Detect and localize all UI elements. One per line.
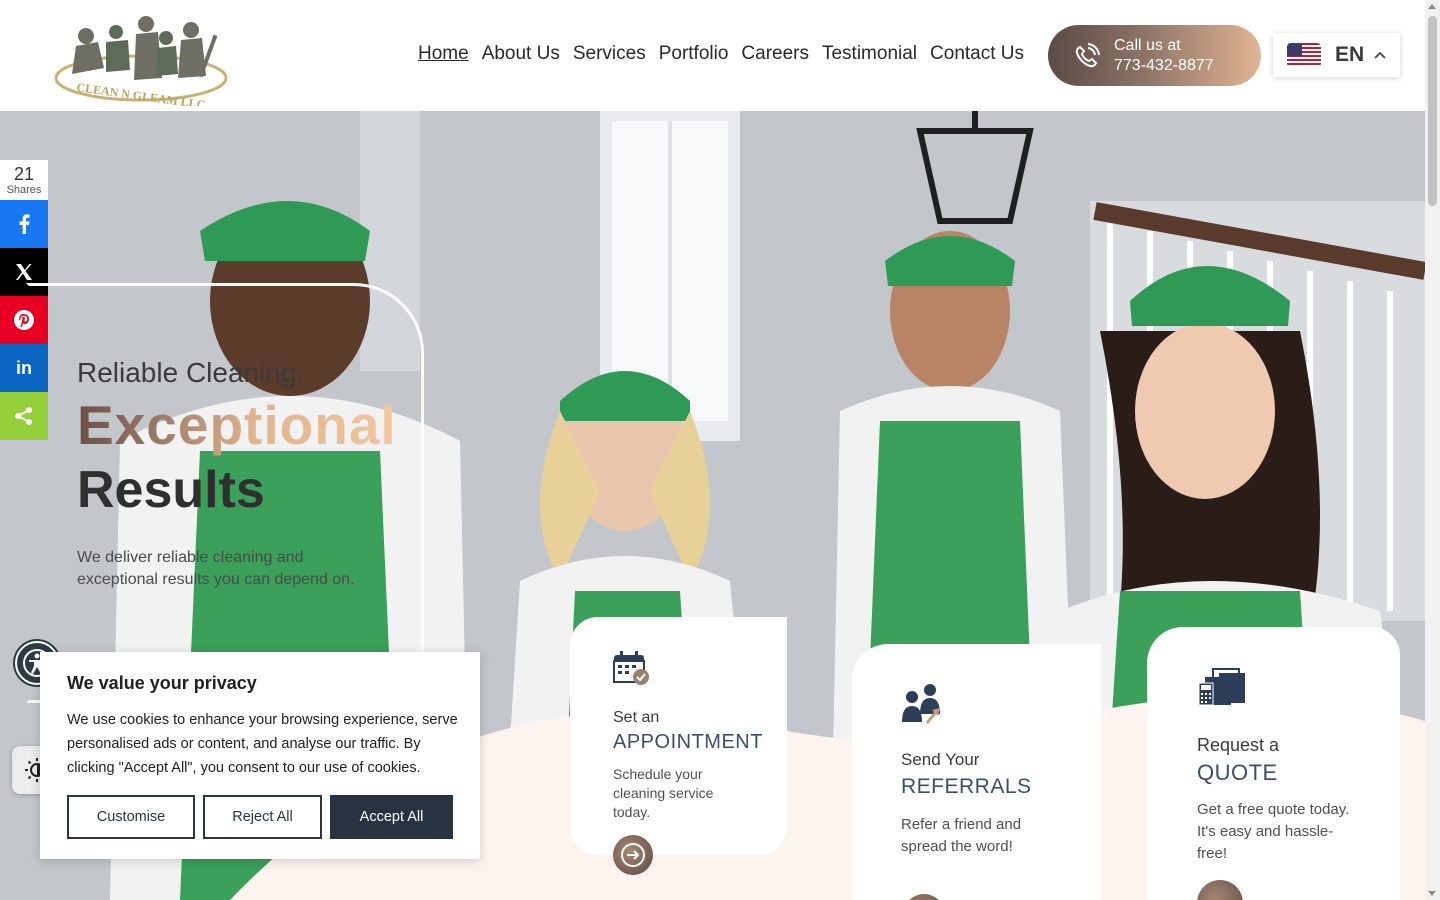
reject-all-button[interactable]: Reject All [203, 795, 322, 839]
calculator-documents-icon [1198, 668, 1245, 706]
nav-about-us[interactable]: About Us [482, 43, 560, 65]
referrals-pre: Send Your [901, 750, 980, 769]
referrals-title: REFERRALS [901, 775, 1032, 798]
main-navigation: Home About Us Services Portfolio Careers… [418, 43, 1037, 65]
cookie-title: We value your privacy [67, 673, 257, 693]
nav-careers[interactable]: Careers [741, 43, 809, 65]
language-code: EN [1335, 43, 1365, 66]
appointment-title: APPOINTMENT [613, 731, 763, 753]
calendar-check-icon [613, 651, 649, 685]
arrow-right-circle-icon [621, 843, 645, 867]
chevron-up-icon [1374, 51, 1386, 59]
referrals-arrow-button[interactable] [903, 894, 945, 900]
referrals-card[interactable]: Send Your REFERRALS Refer a friend and s… [852, 644, 1101, 900]
language-selector[interactable]: EN [1273, 33, 1400, 77]
quote-pre: Request a [1197, 735, 1280, 755]
site-header: CLEAN N GLEAM LLC Home About Us Services… [0, 0, 1425, 112]
appointment-card[interactable]: Set an APPOINTMENT Schedule your cleanin… [570, 617, 787, 875]
appointment-pre: Set an [613, 709, 660, 726]
phone-icon [1075, 42, 1100, 67]
customise-button[interactable]: Customise [67, 795, 195, 839]
hero-subtitle: We deliver reliable cleaning and excepti… [77, 549, 355, 588]
cookie-consent-dialog: We value your privacy We use cookies to … [40, 652, 480, 859]
nav-home[interactable]: Home [418, 43, 469, 65]
quote-arrow-button[interactable] [1197, 880, 1243, 900]
people-referral-icon [902, 684, 940, 724]
call-us-button[interactable]: Call us at 773-432-8877 [1048, 25, 1261, 86]
logo-text: CLEAN N GLEAM LLC [76, 80, 206, 106]
quote-desc: Get a free quote today. It's easy and ha… [1197, 801, 1350, 862]
appointment-arrow-button[interactable] [613, 835, 653, 875]
hero-heading: Results [77, 461, 265, 519]
scroll-down-arrow-icon[interactable] [1428, 891, 1436, 896]
hero-tagline: Reliable Cleaning, [77, 357, 305, 388]
facebook-share-button[interactable] [0, 200, 48, 248]
referrals-desc: Refer a friend and spread the word! [901, 816, 1022, 855]
hero-heading-highlight: Exceptional [77, 394, 397, 456]
x-icon [16, 264, 32, 280]
cookie-body: We use cookies to enhance your browsing … [67, 712, 458, 776]
nav-portfolio[interactable]: Portfolio [659, 43, 729, 65]
nav-services[interactable]: Services [573, 43, 646, 65]
phone-number: 773-432-8877 [1114, 56, 1214, 74]
share-counter: 21 Shares [0, 160, 48, 200]
scroll-up-arrow-icon[interactable] [1428, 4, 1436, 9]
nav-contact-us[interactable]: Contact Us [930, 43, 1024, 65]
facebook-icon [19, 214, 30, 234]
appointment-desc: Schedule your cleaning service today. [613, 766, 714, 820]
scrollbar-thumb[interactable] [1428, 16, 1437, 206]
nav-testimonial[interactable]: Testimonial [822, 43, 917, 65]
page-scrollbar[interactable] [1425, 0, 1440, 900]
accept-all-button[interactable]: Accept All [330, 795, 453, 839]
clean-n-gleam-logo[interactable]: CLEAN N GLEAM LLC [46, 8, 236, 112]
quote-card[interactable]: Request a QUOTE Get a free quote today. … [1147, 627, 1400, 900]
share-count-number: 21 [13, 164, 35, 184]
quote-title: QUOTE [1197, 760, 1278, 785]
us-flag-icon [1287, 43, 1321, 67]
share-count-label: Shares [6, 184, 42, 196]
call-us-label: Call us at [1114, 36, 1181, 54]
